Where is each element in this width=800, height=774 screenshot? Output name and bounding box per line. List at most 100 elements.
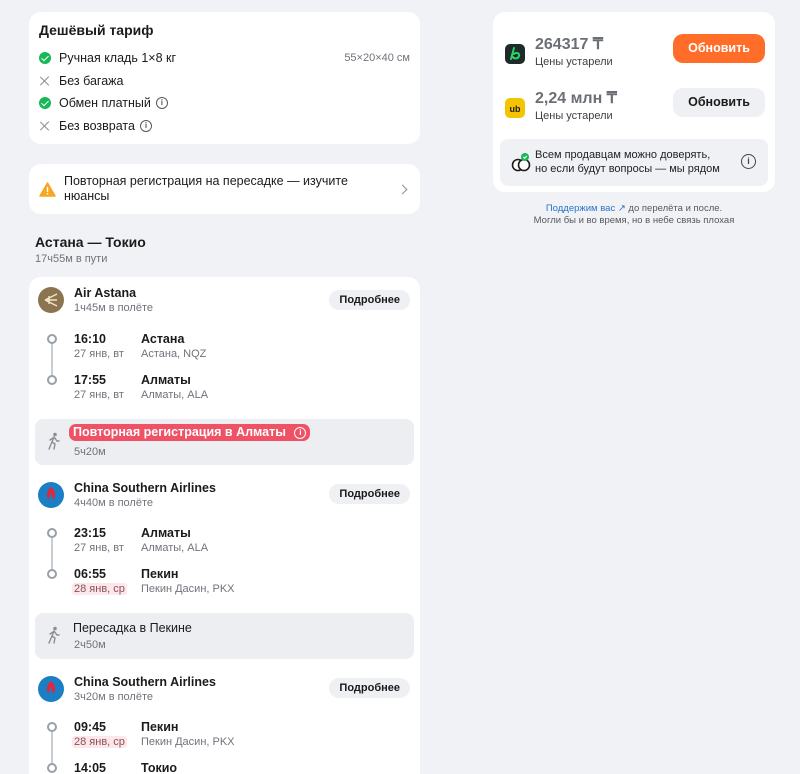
- departure-city: Алматы: [141, 526, 191, 540]
- support-line-1: до перелёта и после.: [625, 203, 723, 214]
- walking-person-icon: [48, 626, 60, 644]
- details-button[interactable]: Подробнее: [329, 484, 410, 504]
- departure-dot: [47, 722, 57, 732]
- departure-time: 16:10: [74, 332, 106, 346]
- cross-icon: [39, 120, 51, 132]
- seller-logo-glyph: ub: [510, 104, 521, 114]
- shield-users-icon: [511, 153, 531, 172]
- tariff-row-label: Без возврата: [59, 118, 135, 133]
- arrival-time: 14:05: [74, 761, 106, 774]
- transfer-block: Повторная регистрация в Алматы i 5ч20м: [35, 419, 414, 465]
- airline-name: China Southern Airlines: [74, 675, 216, 689]
- departure-airport: Пекин Дасин, PKX: [141, 736, 235, 748]
- cross-icon: [39, 75, 51, 87]
- seller-price: 2,24 млн ₸: [535, 90, 617, 107]
- departure-dot: [47, 528, 57, 538]
- support-line-2: Могли бы и во время, но в небе связь пло…: [533, 215, 735, 226]
- tariff-row-refund: Без возврата i: [39, 115, 410, 138]
- details-button[interactable]: Подробнее: [329, 290, 410, 310]
- refresh-button[interactable]: Обновить: [673, 34, 765, 63]
- timeline-line: [51, 534, 53, 571]
- flight-duration: 4ч40м в полёте: [74, 497, 154, 509]
- support-link[interactable]: Поддержим вас ↗: [546, 203, 626, 214]
- china-southern-logo-icon: [39, 677, 63, 701]
- arrival-city: Токио: [141, 761, 178, 774]
- arrival-dot: [47, 375, 57, 385]
- departure-date: 27 янв, вт: [74, 542, 124, 554]
- info-icon[interactable]: i: [294, 426, 307, 439]
- airline-name: China Southern Airlines: [74, 481, 216, 495]
- transfer-duration: 5ч20м: [74, 446, 106, 458]
- air-astana-logo-icon: [44, 293, 58, 307]
- arrival-date-next-day: 28 янв, ср: [72, 583, 127, 595]
- tariff-row-label: Без багажа: [59, 73, 124, 88]
- arrival-city: Пекин: [141, 567, 179, 581]
- departure-time: 09:45: [74, 720, 106, 734]
- route-duration: 17ч55м в пути: [35, 253, 108, 265]
- info-icon[interactable]: i: [741, 154, 756, 169]
- tariff-row-label: Обмен платный: [59, 96, 151, 111]
- support-note: Поддержим вас ↗ до перелёта и после. Мог…: [493, 203, 775, 227]
- arrival-dot: [47, 569, 57, 579]
- hand-luggage-size: 55×20×40 см: [344, 52, 410, 65]
- seller-row: ub 2,24 млн ₸ Цены устарели Обновить: [505, 88, 765, 128]
- trust-line-1: Всем продавцам можно доверять,: [535, 149, 711, 161]
- svg-text:ub: ub: [510, 104, 521, 114]
- trust-block: Всем продавцам можно доверять, но если б…: [500, 139, 768, 186]
- arrival-time: 06:55: [74, 567, 106, 581]
- notice-text: Повторная регистрация на пересадке — изу…: [64, 174, 348, 203]
- seller-price: 264317 ₸: [535, 36, 604, 53]
- china-southern-logo: [38, 676, 64, 702]
- trust-line-2: но если будут вопросы — мы рядом: [535, 163, 720, 175]
- airline-name: Air Astana: [74, 286, 137, 300]
- arrival-time: 17:55: [74, 373, 106, 387]
- departure-city: Пекин: [141, 720, 179, 734]
- chevron-right-icon: [397, 184, 408, 194]
- info-icon[interactable]: i: [139, 119, 152, 132]
- tariff-title: Дешёвый тариф: [39, 22, 154, 38]
- departure-city: Астана: [141, 332, 185, 346]
- timeline-line: [51, 340, 53, 377]
- departure-time: 23:15: [74, 526, 106, 540]
- departure-dot: [47, 334, 57, 344]
- price-status: Цены устарели: [535, 56, 613, 68]
- seller-logo-glyph: [510, 47, 521, 60]
- trust-text: Всем продавцам можно доверять, но если б…: [535, 148, 720, 176]
- route-title: Астана — Токио: [35, 234, 146, 250]
- info-icon[interactable]: i: [155, 97, 168, 110]
- tariff-card: Дешёвый тариф Ручная кладь 1×8 кг 55×20×…: [29, 12, 420, 144]
- warning-icon: [39, 181, 56, 197]
- arrival-airport: Пекин Дасин, PKX: [141, 583, 235, 595]
- departure-airport: Астана, NQZ: [141, 348, 207, 360]
- china-southern-logo: [38, 482, 64, 508]
- arrival-city: Алматы: [141, 373, 191, 387]
- arrival-date: 27 янв, вт: [74, 389, 124, 401]
- flight-duration: 3ч20м в полёте: [74, 691, 154, 703]
- recheck-notice[interactable]: Повторная регистрация на пересадке — изу…: [29, 164, 420, 214]
- transfer-block: Пересадка в Пекине 2ч50м: [35, 613, 414, 659]
- seller-row: 264317 ₸ Цены устарели Обновить: [505, 34, 765, 74]
- transfer-duration: 2ч50м: [74, 639, 106, 651]
- transfer-title: Пересадка в Пекине: [73, 621, 192, 635]
- departure-airport: Алматы, ALA: [141, 542, 209, 554]
- check-icon: [39, 97, 51, 110]
- tariff-row-exchange: Обмен платный i: [39, 92, 410, 115]
- arrival-airport: Алматы, ALA: [141, 389, 209, 401]
- refresh-button[interactable]: Обновить: [673, 88, 765, 117]
- recheck-badge-text: Повторная регистрация в Алматы: [73, 425, 286, 439]
- details-button[interactable]: Подробнее: [329, 678, 410, 698]
- china-southern-logo-icon: [39, 483, 63, 507]
- timeline-line: [51, 728, 53, 765]
- flight-duration: 1ч45м в полёте: [74, 302, 154, 314]
- segments-card: Air Astana 1ч45м в полёте Подробнее 16:1…: [29, 277, 420, 774]
- walking-person-icon: [48, 432, 60, 450]
- departure-date-next-day: 28 янв, ср: [72, 736, 127, 748]
- departure-date: 27 янв, вт: [74, 348, 124, 360]
- tariff-row-label: Ручная кладь 1×8 кг: [59, 51, 177, 66]
- air-astana-logo: [38, 287, 64, 313]
- seller-logo-icon: ub: [505, 98, 525, 118]
- seller-logo-icon: [505, 44, 525, 64]
- tariff-row-hand-luggage: Ручная кладь 1×8 кг 55×20×40 см: [39, 47, 410, 70]
- prices-card: 264317 ₸ Цены устарели Обновить ub 2,24 …: [493, 12, 775, 192]
- recheck-badge[interactable]: Повторная регистрация в Алматы i: [69, 424, 311, 441]
